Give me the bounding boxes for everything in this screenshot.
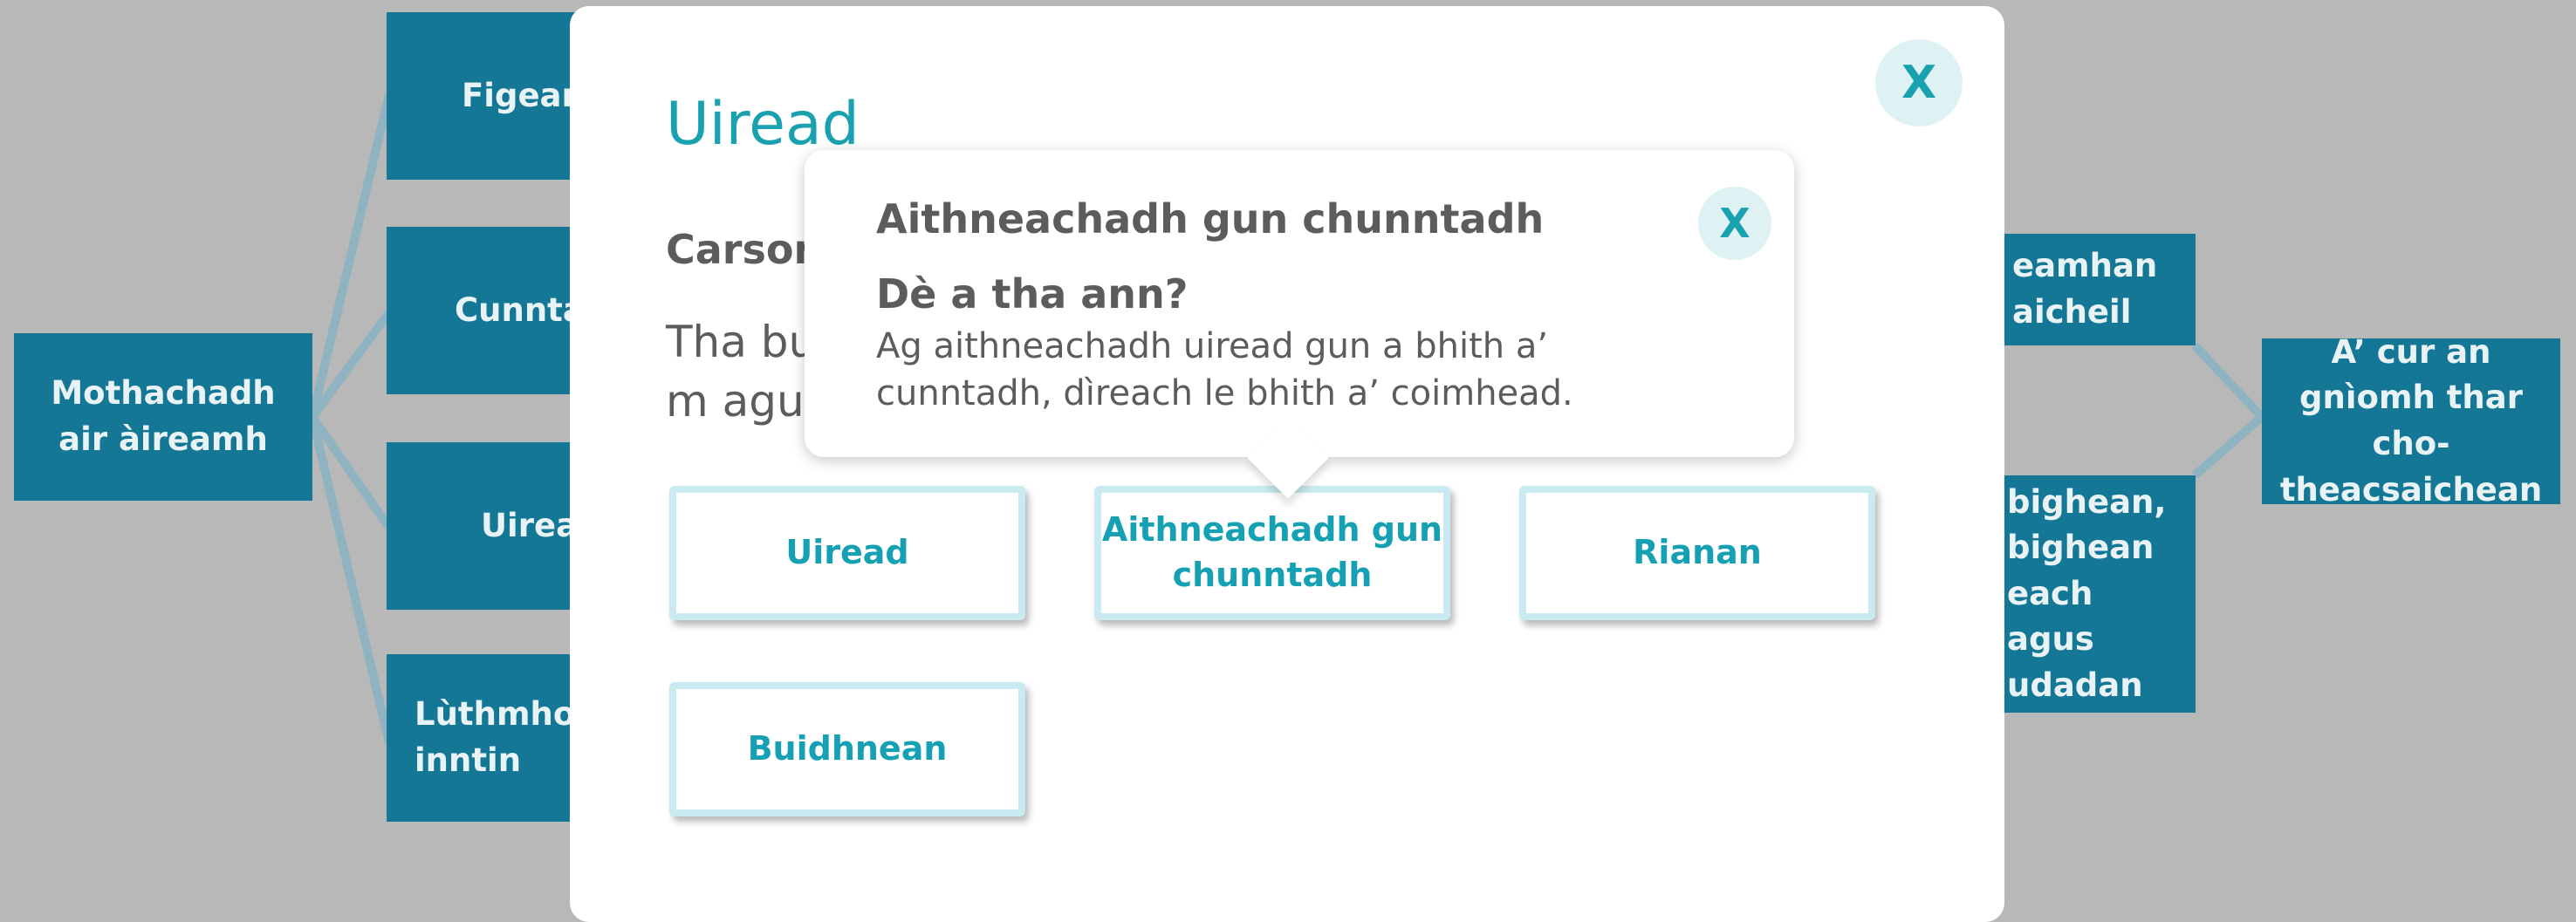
map-node-uirea[interactable]: Uirea bbox=[387, 442, 587, 610]
map-node-luthmhor[interactable]: Lùthmhor inntin bbox=[387, 654, 592, 822]
map-node-root[interactable]: Mothachadh air àireamh bbox=[14, 333, 312, 501]
option-aithneachadh[interactable]: Aithneachadh gun chunntadh bbox=[1094, 486, 1450, 620]
map-node-goal[interactable]: A’ cur an gnìomh thar cho-theacsaichean bbox=[2262, 333, 2560, 509]
map-node-cunnta[interactable]: Cunnta bbox=[387, 227, 587, 394]
tooltip-title: Aithneachadh gun chunntadh bbox=[876, 195, 1545, 242]
definition-tooltip: Aithneachadh gun chunntadh X Dè a tha an… bbox=[805, 150, 1794, 499]
tooltip-subtitle: Dè a tha ann? bbox=[876, 270, 1189, 318]
option-rianan[interactable]: Rianan bbox=[1519, 486, 1875, 620]
tooltip-body: Ag aithneachadh uiread gun a bhith a’ cu… bbox=[876, 326, 1573, 413]
option-uiread[interactable]: Uiread bbox=[669, 486, 1025, 620]
modal-heading: Carson bbox=[666, 226, 823, 273]
modal-title: Uiread bbox=[666, 90, 860, 159]
option-buidhnean[interactable]: Buidhnean bbox=[669, 682, 1025, 816]
modal-close-button[interactable]: X bbox=[1875, 39, 1963, 126]
map-node-figeara[interactable]: Figeara bbox=[387, 12, 599, 180]
tooltip-close-button[interactable]: X bbox=[1698, 187, 1771, 260]
